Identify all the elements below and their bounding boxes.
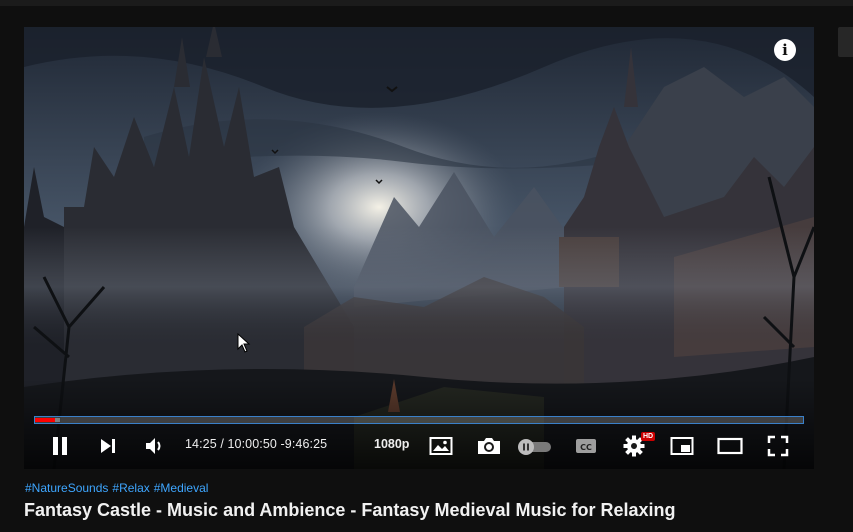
progress-played — [35, 418, 55, 422]
video-title: Fantasy Castle - Music and Ambience - Fa… — [24, 500, 676, 520]
miniplayer-button[interactable] — [668, 434, 696, 458]
camera-icon — [478, 438, 500, 454]
next-icon — [101, 439, 115, 453]
miniplayer-icon — [670, 437, 694, 455]
player-controls: 14:25 / 10:00:50 -9:46:25 1080p CC HD — [24, 430, 814, 462]
next-button[interactable] — [95, 434, 121, 458]
quality-label[interactable]: 1080p — [374, 437, 409, 451]
pause-icon — [53, 437, 67, 455]
autoplay-toggle[interactable] — [516, 434, 554, 458]
hashtag-link[interactable]: #NatureSounds — [25, 481, 108, 495]
fullscreen-button[interactable] — [765, 434, 791, 458]
screenshot-button[interactable] — [475, 434, 503, 458]
autoplay-toggle-icon — [518, 439, 551, 455]
video-player[interactable]: i 14:25 / 10:00:50 -9:46:25 1080p CC HD — [24, 27, 814, 469]
volume-icon — [146, 438, 161, 454]
pause-button[interactable] — [47, 434, 73, 458]
progress-buffered — [55, 418, 60, 422]
progress-bar[interactable] — [34, 416, 804, 424]
hashtag-link[interactable]: #Medieval — [154, 481, 209, 495]
hashtag-link[interactable]: #Relax — [112, 481, 149, 495]
sidebar-panel-edge — [838, 27, 853, 57]
svg-text:CC: CC — [580, 443, 592, 452]
image-button[interactable] — [427, 434, 455, 458]
fullscreen-icon — [767, 435, 789, 457]
hd-badge: HD — [641, 432, 656, 441]
theater-mode-button[interactable] — [715, 434, 745, 458]
info-icon[interactable]: i — [774, 39, 796, 61]
cc-icon: CC — [576, 439, 596, 453]
captions-button[interactable]: CC — [573, 434, 599, 458]
page-top-bar — [0, 0, 853, 6]
mouse-cursor-icon — [237, 333, 251, 353]
theater-icon — [717, 437, 743, 455]
time-display: 14:25 / 10:00:50 -9:46:25 — [185, 437, 328, 451]
image-icon — [429, 437, 453, 455]
mute-button[interactable] — [141, 434, 169, 458]
hashtag-list: #NatureSounds #Relax #Medieval — [25, 481, 212, 495]
